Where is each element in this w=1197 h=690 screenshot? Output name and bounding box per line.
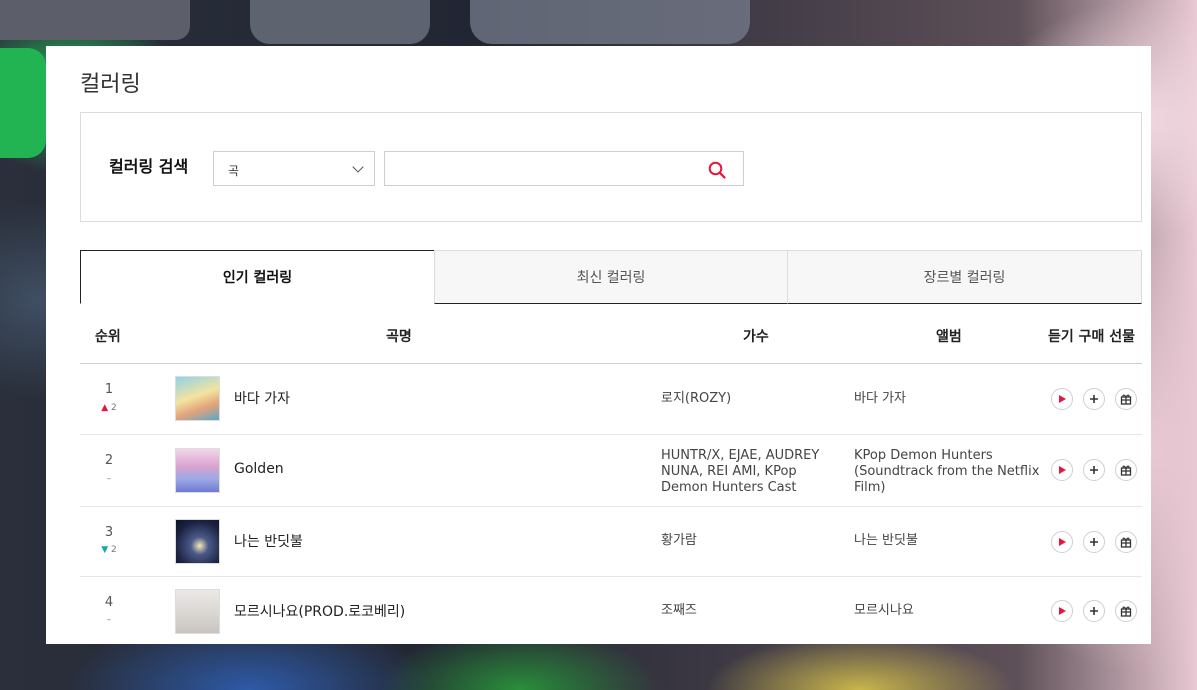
song-title[interactable]: 모르시나요(PROD.로코베리): [234, 601, 405, 621]
album-name[interactable]: 모르시나요: [854, 603, 1044, 619]
gift-button[interactable]: [1115, 388, 1137, 410]
rank-number: 2: [104, 453, 114, 468]
add-button[interactable]: [1083, 600, 1105, 622]
background-app-icon: [250, 0, 430, 44]
song-title[interactable]: 바다 가자: [234, 388, 290, 408]
album-name[interactable]: 바다 가자: [854, 391, 1044, 407]
search-input-wrapper: [384, 151, 744, 186]
rank-number: 3: [104, 525, 114, 540]
play-icon: [1059, 607, 1066, 615]
add-button[interactable]: [1083, 531, 1105, 553]
gift-button[interactable]: [1115, 531, 1137, 553]
background-app-icon: [0, 0, 190, 40]
gift-button[interactable]: [1115, 459, 1137, 481]
table-row: 2 – Golden HUNTR/X, EJAE, AUDREY NUNA, R…: [80, 435, 1142, 507]
header-actions: 듣기 구매 선물: [1048, 329, 1136, 345]
rank-change: ▲ 2: [101, 403, 117, 413]
add-button[interactable]: [1083, 388, 1105, 410]
row-actions: [1051, 388, 1137, 410]
album-art[interactable]: [175, 589, 220, 634]
plus-icon: [1090, 466, 1098, 474]
search-icon[interactable]: [708, 161, 726, 179]
search-label: 컬러링 검색: [109, 157, 189, 176]
plus-icon: [1090, 395, 1098, 403]
play-button[interactable]: [1051, 459, 1073, 481]
search-category-value: 곡: [228, 164, 240, 178]
arrow-down-icon: ▼: [101, 545, 109, 555]
artist-name[interactable]: HUNTR/X, EJAE, AUDREY NUNA, REI AMI, KPo…: [661, 448, 831, 496]
play-icon: [1059, 538, 1066, 546]
album-art[interactable]: [175, 376, 220, 421]
gift-icon: [1120, 537, 1132, 548]
rank-change: ▼ 2: [101, 545, 117, 555]
header-artist: 가수: [743, 329, 769, 345]
page-title: 컬러링: [80, 72, 141, 97]
plus-icon: [1090, 538, 1098, 546]
song-title[interactable]: Golden: [234, 461, 284, 477]
album-name[interactable]: KPop Demon Hunters (Soundtrack from the …: [854, 448, 1044, 496]
album-art[interactable]: [175, 519, 220, 564]
background-app-icon: [470, 0, 750, 44]
artist-name[interactable]: 황가람: [661, 533, 831, 549]
play-button[interactable]: [1051, 600, 1073, 622]
tab-popular[interactable]: 인기 컬러링: [80, 250, 435, 304]
rank-change: –: [106, 615, 112, 625]
header-title: 곡명: [386, 329, 412, 345]
play-icon: [1059, 466, 1066, 474]
play-icon: [1059, 395, 1066, 403]
search-section: 컬러링 검색 곡: [80, 112, 1142, 222]
album-art[interactable]: [175, 448, 220, 493]
artist-name[interactable]: 로지(ROZY): [661, 391, 831, 407]
gift-icon: [1120, 394, 1132, 405]
search-category-select[interactable]: 곡: [213, 151, 375, 186]
header-album: 앨범: [936, 329, 962, 345]
play-button[interactable]: [1051, 531, 1073, 553]
gift-button[interactable]: [1115, 600, 1137, 622]
row-actions: [1051, 600, 1137, 622]
gift-icon: [1120, 465, 1132, 476]
album-name[interactable]: 나는 반딧불: [854, 533, 1044, 549]
rank-number: 4: [104, 595, 114, 610]
artist-name[interactable]: 조째즈: [661, 603, 831, 619]
table-row: 1 ▲ 2 바다 가자 로지(ROZY) 바다 가자: [80, 365, 1142, 435]
table-header: 순위 곡명 가수 앨범 듣기 구매 선물: [80, 304, 1142, 364]
plus-icon: [1090, 607, 1098, 615]
tab-bar: 인기 컬러링 최신 컬러링 장르별 컬러링: [80, 250, 1142, 304]
row-actions: [1051, 459, 1137, 481]
tab-genre[interactable]: 장르별 컬러링: [787, 250, 1142, 304]
play-button[interactable]: [1051, 388, 1073, 410]
tab-latest[interactable]: 최신 컬러링: [434, 250, 788, 304]
table-row: 3 ▼ 2 나는 반딧불 황가람 나는 반딧불: [80, 507, 1142, 577]
rank-number: 1: [104, 382, 114, 397]
rank-change: –: [106, 474, 112, 484]
chevron-down-icon: [352, 161, 364, 173]
add-button[interactable]: [1083, 459, 1105, 481]
gift-icon: [1120, 606, 1132, 617]
coloring-panel: 컬러링 컬러링 검색 곡 인기 컬러링 최신 컬러링 장르별 컬러링 순위 곡명…: [46, 46, 1151, 644]
header-rank: 순위: [95, 329, 121, 345]
row-actions: [1051, 531, 1137, 553]
arrow-up-icon: ▲: [101, 403, 109, 413]
background-app-icon: [0, 48, 46, 158]
search-input[interactable]: [385, 152, 695, 185]
table-row: 4 – 모르시나요(PROD.로코베리) 조째즈 모르시나요: [80, 577, 1142, 644]
song-title[interactable]: 나는 반딧불: [234, 531, 303, 551]
